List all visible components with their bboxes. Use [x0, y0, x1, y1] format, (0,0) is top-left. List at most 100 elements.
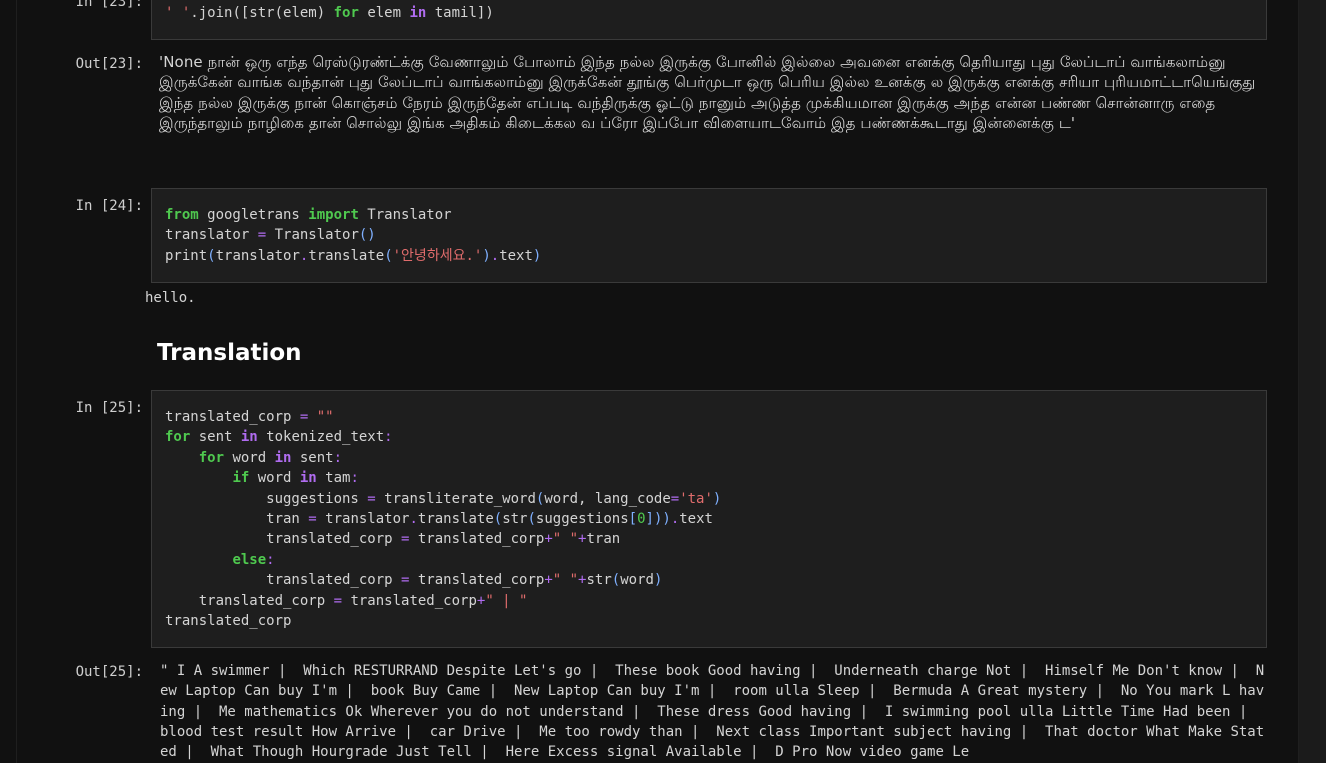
code-token: translated_corp	[409, 572, 545, 589]
code-token: =	[670, 490, 680, 507]
code-token: sent	[190, 429, 241, 446]
cell-23-output-prompt: Out[23]:	[75, 56, 143, 72]
code-line: print(translator.translate('안녕하세요.').tex…	[165, 246, 1266, 266]
code-line: translated_corp	[165, 611, 1266, 631]
code-token: translated_corp	[165, 531, 402, 548]
code-token: )	[653, 572, 663, 589]
notebook-area: In [23]: ' '.join([str(elem) for elem in…	[16, 0, 1299, 763]
code-line: else:	[165, 550, 1266, 570]
code-token: translator	[215, 247, 300, 264]
code-token: (	[527, 510, 536, 527]
code-token: tamil])	[426, 5, 494, 21]
code-token: )	[482, 247, 491, 264]
code-token: sent	[291, 449, 334, 466]
code-token: +	[544, 531, 553, 548]
code-token: if	[232, 470, 250, 487]
code-token: translate	[417, 510, 494, 527]
code-token: =	[333, 592, 343, 609]
code-token: =	[257, 227, 267, 244]
cell-23-output: 'None நான் ஒரு எந்த ரெஸ்டுரண்ட்க்கு வேணா…	[159, 53, 1261, 132]
code-token: translated_corp	[165, 409, 300, 425]
code-token: from	[165, 207, 199, 223]
code-token: for	[198, 449, 225, 466]
cell-23-code-editor[interactable]: ' '.join([str(elem) for elem in tamil])	[151, 0, 1267, 40]
code-line: translated_corp = translated_corp+" "+tr…	[165, 529, 1266, 549]
code-token: ]))	[645, 510, 671, 527]
code-token: )	[712, 490, 722, 507]
code-token: :	[333, 449, 343, 466]
code-token: '안녕하세요.'	[392, 247, 483, 264]
cell-25-output: " I A swimmer | Which RESTURRAND Despite…	[160, 663, 1265, 761]
cell-25-output-prompt: Out[25]:	[75, 664, 143, 680]
code-token: =	[367, 490, 376, 507]
code-token: translator	[165, 227, 258, 244]
code-line: from googletrans import Translator	[165, 205, 1266, 225]
code-line: translator = Translator()	[165, 225, 1266, 245]
code-token: for	[165, 429, 191, 446]
code-token: text	[499, 247, 533, 264]
code-token: [	[628, 510, 638, 527]
code-token: :	[350, 470, 359, 487]
code-token: import	[308, 207, 359, 223]
code-token: =	[308, 510, 317, 527]
cell-23-input-prompt: In [23]:	[75, 0, 143, 10]
code-token: in	[299, 470, 317, 487]
code-token: " "	[552, 531, 579, 548]
code-token: " "	[552, 572, 579, 589]
code-token: :	[266, 551, 275, 568]
code-token: ""	[308, 409, 334, 425]
code-token: Translator	[358, 207, 452, 223]
code-token: suggestions	[535, 510, 629, 527]
code-token: translated_corp	[165, 592, 334, 609]
code-token: translator	[316, 510, 410, 527]
code-token: tran	[165, 510, 309, 527]
code-token: suggestions	[165, 490, 368, 507]
code-token: Translator	[266, 227, 359, 244]
code-token: for	[333, 5, 359, 21]
code-token: translate	[308, 247, 385, 264]
code-token: +	[544, 572, 553, 589]
code-token: transliterate_word	[375, 490, 536, 507]
code-line: ' '.join([str(elem) for elem in tamil])	[165, 3, 1266, 23]
code-token: (	[611, 572, 621, 589]
code-token: translated_corp	[409, 531, 545, 548]
cell-24-code-editor[interactable]: from googletrans import Translator transl…	[151, 188, 1267, 283]
code-token: (	[384, 247, 393, 264]
code-token: print	[165, 247, 208, 264]
code-token: in	[240, 429, 258, 446]
code-token: 0	[637, 510, 646, 527]
code-token: " | "	[485, 592, 528, 609]
code-token: str	[586, 572, 612, 589]
code-line: translated_corp = ""	[165, 407, 1266, 427]
code-line: for sent in tokenized_text:	[165, 427, 1266, 447]
code-token: (	[493, 510, 503, 527]
code-token: tokenized_text	[257, 429, 385, 446]
scrollbar-gutter	[1297, 0, 1326, 763]
code-token: str	[502, 510, 528, 527]
code-token: (	[207, 247, 216, 264]
code-token: 'ta'	[679, 490, 713, 507]
code-line: translated_corp = translated_corp+" "+st…	[165, 570, 1266, 590]
code-token: else	[232, 551, 267, 568]
code-token: )	[532, 247, 542, 264]
code-token: ()	[358, 227, 376, 244]
code-token: tran	[586, 531, 621, 548]
code-line: for word in sent:	[165, 448, 1266, 468]
code-line: suggestions = transliterate_word(word, l…	[165, 489, 1266, 509]
code-token: translated_corp	[342, 592, 477, 609]
code-token: elem	[358, 5, 410, 21]
code-token: .	[409, 510, 418, 527]
code-token: ' '	[165, 5, 191, 21]
code-token: .	[490, 247, 500, 264]
code-token: word, lang_code	[544, 490, 671, 507]
code-token: tam	[316, 470, 351, 487]
markdown-heading-translation: Translation	[157, 340, 302, 366]
code-token: text	[679, 510, 713, 527]
code-token: word	[620, 572, 654, 589]
code-token: word	[249, 470, 300, 487]
cell-25-code-editor[interactable]: translated_corp = "" for sent in tokenize…	[151, 390, 1267, 648]
cell-24-input-prompt: In [24]:	[75, 198, 143, 214]
